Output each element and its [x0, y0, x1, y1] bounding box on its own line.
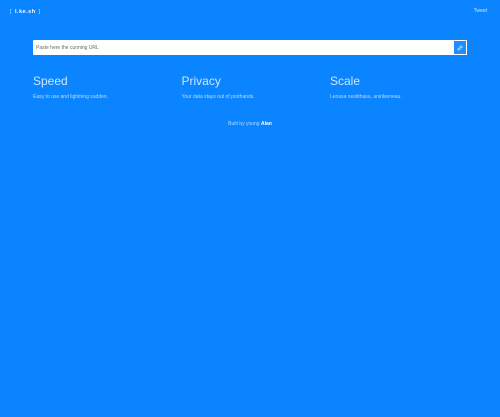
feature-scale: Scale Lenasa nestithasu, anirilseneau. — [330, 74, 467, 100]
site-logo[interactable]: [ l.ke.sh ] — [6, 6, 45, 17]
feature-description: Lenasa nestithasu, anirilseneau. — [330, 94, 402, 100]
feature-title: Scale — [330, 74, 361, 88]
logo-text: l.ke.sh — [15, 8, 36, 15]
feature-description: Easy to use and lightning sudden. — [33, 94, 109, 100]
tweet-link[interactable]: Tweet — [474, 8, 487, 14]
feature-list: Speed Easy to use and lightning sudden. … — [33, 74, 467, 100]
feature-privacy: Privacy Your data stays out of prothands… — [182, 74, 319, 100]
feature-speed: Speed Easy to use and lightning sudden. — [33, 74, 170, 100]
feature-title: Speed — [33, 74, 68, 88]
author-link[interactable]: Alan — [261, 121, 272, 127]
url-input[interactable] — [33, 40, 454, 55]
link-icon — [457, 45, 463, 50]
url-search-bar — [33, 40, 467, 55]
footer-credit: Built by young Alan — [0, 121, 500, 127]
feature-description: Your data stays out of prothands. — [181, 94, 255, 100]
feature-title: Privacy — [181, 74, 221, 88]
shorten-button[interactable] — [454, 40, 467, 55]
landing-page: [ l.ke.sh ] Tweet Speed Easy to use and … — [0, 0, 500, 417]
logo-right-bracket: ] — [38, 8, 41, 15]
footer-prefix: Built by young — [228, 121, 260, 127]
logo-left-bracket: [ — [10, 8, 13, 15]
